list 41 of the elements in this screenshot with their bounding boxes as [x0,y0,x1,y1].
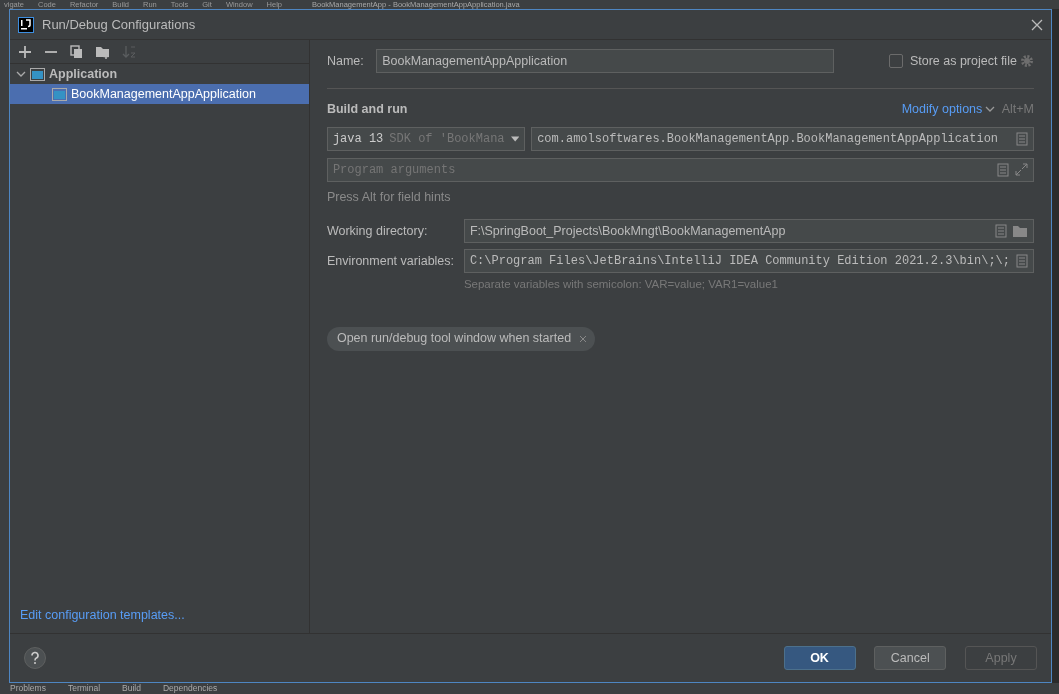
document-icon[interactable] [995,224,1007,238]
caret-icon [510,136,519,143]
expand-icon[interactable] [1015,162,1028,176]
gear-icon[interactable] [1020,54,1034,68]
chevron-down-icon[interactable] [985,105,996,113]
document-icon[interactable] [997,162,1009,177]
store-label: Store as project file [909,52,1017,70]
tree-item[interactable]: Application [10,64,309,84]
environment-variables-field[interactable]: C:\Program Files\JetBrains\IntelliJ IDEA Community Edition 2021.2.3\bin\;\; [463,249,1034,274]
shortcut-hint: Alt+M [1001,100,1034,118]
close-icon[interactable] [579,334,588,343]
environment-variables-label: Environment variables: [326,252,456,270]
window-icon [30,67,45,81]
dialog-button[interactable]: Cancel [874,646,947,670]
tree-item[interactable]: BookManagementAppApplication [10,84,309,104]
dialog-button[interactable]: OK [783,646,856,670]
folder-icon[interactable] [1013,225,1028,237]
tool-window-tab[interactable]: Dependencies [162,683,218,694]
document-icon[interactable] [1016,132,1028,147]
hint-text: Press Alt for field hints [326,188,452,206]
tool-window-tab[interactable]: Terminal [67,683,101,694]
window-icon [52,87,67,101]
chevron-down-icon[interactable] [16,70,26,78]
working-directory-field[interactable]: F:\SpringBoot_Projects\BookMngt\BookManagementApp [463,219,1034,243]
store-checkbox[interactable] [888,54,903,68]
tool-window-tab[interactable]: Problems [10,683,46,694]
document-icon[interactable] [1016,254,1028,269]
name-field[interactable]: BookManagementAppApplication [376,49,835,73]
help-icon[interactable] [24,647,46,669]
tool-window-tab[interactable]: Build [122,683,141,694]
app-logo-icon [18,16,34,33]
name-label: Name: [326,52,364,70]
edit-templates-link[interactable]: Edit configuration templates... [20,608,185,623]
modify-options-link[interactable]: Modify options [901,99,983,119]
close-icon[interactable] [1031,18,1043,31]
section-title: Build and run [326,100,408,118]
option-chip[interactable]: Open run/debug tool window when started [326,326,596,351]
working-directory-label: Working directory: [326,222,429,240]
hint-text: Separate variables with semicolon: VAR=value; VAR1=value1 [462,277,779,293]
window-title: Run/Debug Configurations [42,15,196,34]
main-class-field[interactable]: com.amolsoftwares.BookManagementApp.BookManagementAppApplication [531,127,1034,152]
